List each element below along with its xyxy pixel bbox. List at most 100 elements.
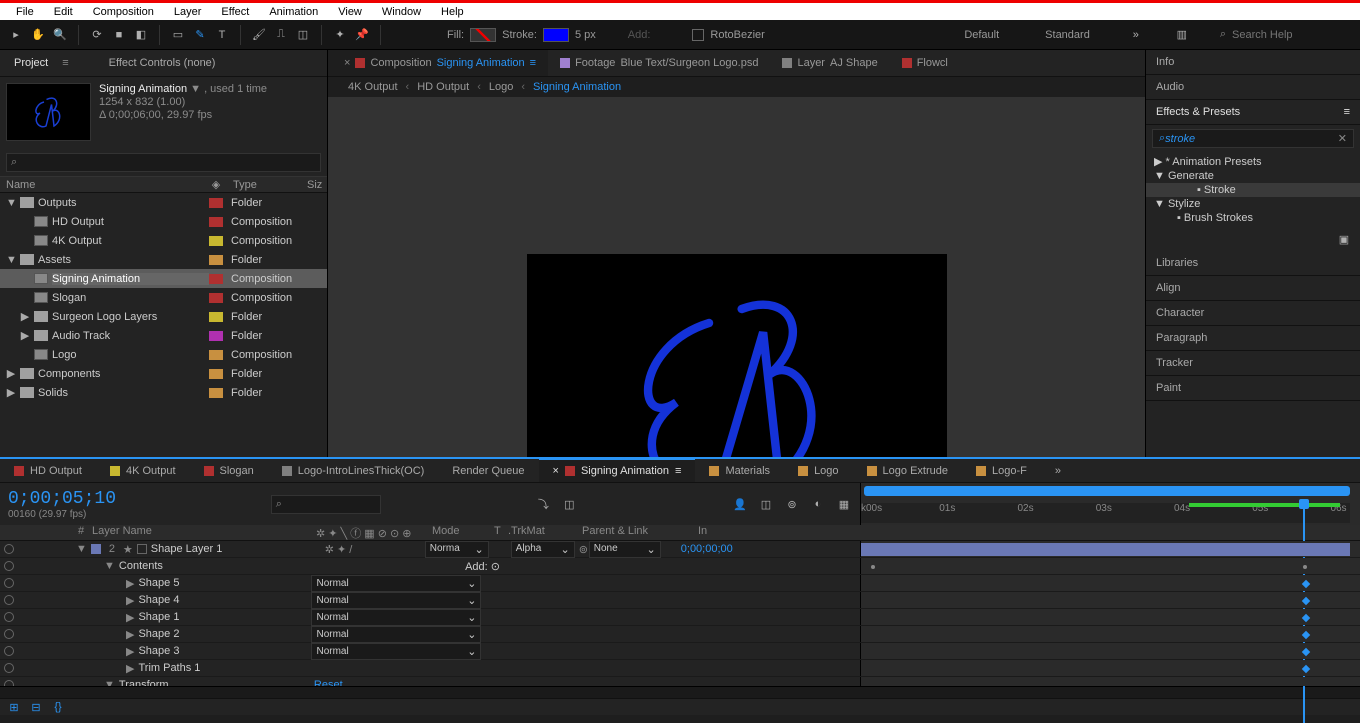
tree-row[interactable]: ▼AssetsFolder [0,250,327,269]
visibility-icon[interactable] [4,663,14,673]
panel-paint[interactable]: Paint [1146,376,1360,401]
panel-align[interactable]: Align [1146,276,1360,301]
timeline-tab[interactable]: Slogan [190,459,268,482]
in-time[interactable]: 0;00;00;00 [681,543,733,555]
tree-row[interactable]: ▶ComponentsFolder [0,364,327,383]
panel-menu-icon[interactable]: ≡ [62,57,68,69]
blend-select[interactable]: Normal⌄ [311,575,481,592]
menu-composition[interactable]: Composition [83,2,164,22]
new-bin-icon[interactable]: ▣ [1336,231,1352,247]
tree-row[interactable]: SloganComposition [0,288,327,307]
menu-window[interactable]: Window [372,2,431,22]
viewer-tab[interactable]: Layer AJ Shape [770,50,889,76]
audio-panel[interactable]: Audio [1146,75,1360,100]
stamp-icon[interactable]: ⎍ [273,27,289,43]
parent-select[interactable]: None⌄ [589,541,661,558]
eraser-icon[interactable]: ◫ [295,27,311,43]
work-area[interactable] [864,486,1350,496]
timeline-tab[interactable]: Logo [784,459,852,482]
blend-select[interactable]: Normal⌄ [311,592,481,609]
effect-item[interactable]: ▶ * Animation Presets [1146,154,1360,169]
brush-icon[interactable]: 🖌 [251,27,267,43]
layer-row[interactable]: ▼TransformReset [0,677,1360,686]
col-type[interactable]: Type [227,179,301,191]
panels-icon[interactable]: ▥ [1174,27,1190,43]
blend-select[interactable]: Normal⌄ [311,609,481,626]
blend-select[interactable]: Normal⌄ [311,643,481,660]
visibility-icon[interactable] [4,612,14,622]
graph-icon[interactable]: ⤵ [535,496,551,512]
shy-icon[interactable]: 👤 [732,496,748,512]
menu-animation[interactable]: Animation [259,2,328,22]
selection-tool-icon[interactable]: ▸ [8,27,24,43]
col-siz[interactable]: Siz [301,179,327,191]
project-tab[interactable]: Project [4,57,58,69]
layer-row[interactable]: ▶Shape 5Normal⌄ [0,575,1360,592]
zoom-icon[interactable]: 🔍 [52,27,68,43]
breadcrumb-item[interactable]: Signing Animation [533,81,621,93]
layer-row[interactable]: ▼ContentsAdd: ⊙ [0,558,1360,575]
viewer-tab[interactable]: Footage Blue Text/Surgeon Logo.psd [548,50,770,76]
tree-row[interactable]: 4K OutputComposition [0,231,327,250]
panel-menu-icon[interactable]: ≡ [1344,106,1350,118]
tree-row[interactable]: ▶Audio TrackFolder [0,326,327,345]
stroke-swatch[interactable] [543,28,569,42]
menu-file[interactable]: File [6,2,44,22]
timeline-tab[interactable]: × Signing Animation ≡ [539,459,696,482]
panel-libraries[interactable]: Libraries [1146,251,1360,276]
viewer-tab[interactable]: ×Composition Signing Animation ≡ [328,50,548,76]
roto-icon[interactable]: ✦ [332,27,348,43]
comp-settings-icon[interactable]: ◫ [561,496,577,512]
tree-row[interactable]: Signing AnimationComposition [0,269,327,288]
panel-menu-icon[interactable]: ≡ [675,465,681,477]
effect-item[interactable]: ▼ Generate [1146,169,1360,183]
effect-controls-tab[interactable]: Effect Controls (none) [99,57,226,69]
layer-row[interactable]: ▶Trim Paths 1 [0,660,1360,677]
timeline-tab[interactable]: HD Output [0,459,96,482]
chevrons-icon[interactable]: » [1128,27,1144,43]
visibility-icon[interactable] [4,544,14,554]
breadcrumb-item[interactable]: HD Output [417,81,469,93]
timeline-tab[interactable]: Render Queue [438,459,538,482]
visibility-icon[interactable] [4,629,14,639]
workspace-default[interactable]: Default [956,29,1007,41]
visibility-icon[interactable] [4,595,14,605]
roto-checkbox[interactable] [692,29,704,41]
effect-item[interactable]: ▪ Stroke [1146,183,1360,197]
motion-blur-icon[interactable]: ▦ [836,496,852,512]
panel-paragraph[interactable]: Paragraph [1146,326,1360,351]
effect-item[interactable]: ▪ Brush Strokes [1146,211,1360,225]
col-tag[interactable]: ◈ [205,178,227,191]
timeline-tab[interactable]: Logo-IntroLinesThick(OC) [268,459,439,482]
visibility-icon[interactable] [4,561,14,571]
layer-row[interactable]: ▶Shape 2Normal⌄ [0,626,1360,643]
layer-row[interactable]: ▶Shape 1Normal⌄ [0,609,1360,626]
text-tool-icon[interactable]: T [214,27,230,43]
panel-tracker[interactable]: Tracker [1146,351,1360,376]
blend-select[interactable]: Normal⌄ [311,626,481,643]
layer-row[interactable]: ▼2★Shape Layer 1✲ ✦ /Norma⌄Alpha⌄⊚None⌄0… [0,541,1360,558]
tree-row[interactable]: HD OutputComposition [0,212,327,231]
workspace-standard[interactable]: Standard [1037,29,1098,41]
project-search-input[interactable]: ⌕ [6,153,321,172]
menu-layer[interactable]: Layer [164,2,212,22]
orbit-icon[interactable]: ⟳ [89,27,105,43]
hand-tool-icon[interactable]: ✋ [30,27,46,43]
effects-presets-panel[interactable]: Effects & Presets≡ [1146,100,1360,125]
stroke-width[interactable]: 5 px [575,29,596,41]
pan-behind-icon[interactable]: ◧ [133,27,149,43]
timeline-tab[interactable]: Logo Extrude [853,459,962,482]
help-search-input[interactable] [1232,29,1352,41]
overflow-icon[interactable]: » [1041,459,1075,482]
timeline-tab[interactable]: 4K Output [96,459,190,482]
mode-select[interactable]: Norma⌄ [425,541,489,558]
visibility-icon[interactable] [4,646,14,656]
timeline-scrollbar[interactable] [0,686,1360,698]
pen-tool-icon[interactable]: ✎ [192,27,208,43]
camera-icon[interactable]: ■ [111,27,127,43]
timeline-tab[interactable]: Logo-F [962,459,1041,482]
viewer-tab[interactable]: Flowcl [890,50,965,76]
breadcrumb-item[interactable]: Logo [489,81,513,93]
menu-edit[interactable]: Edit [44,2,83,22]
fill-swatch[interactable] [470,28,496,42]
